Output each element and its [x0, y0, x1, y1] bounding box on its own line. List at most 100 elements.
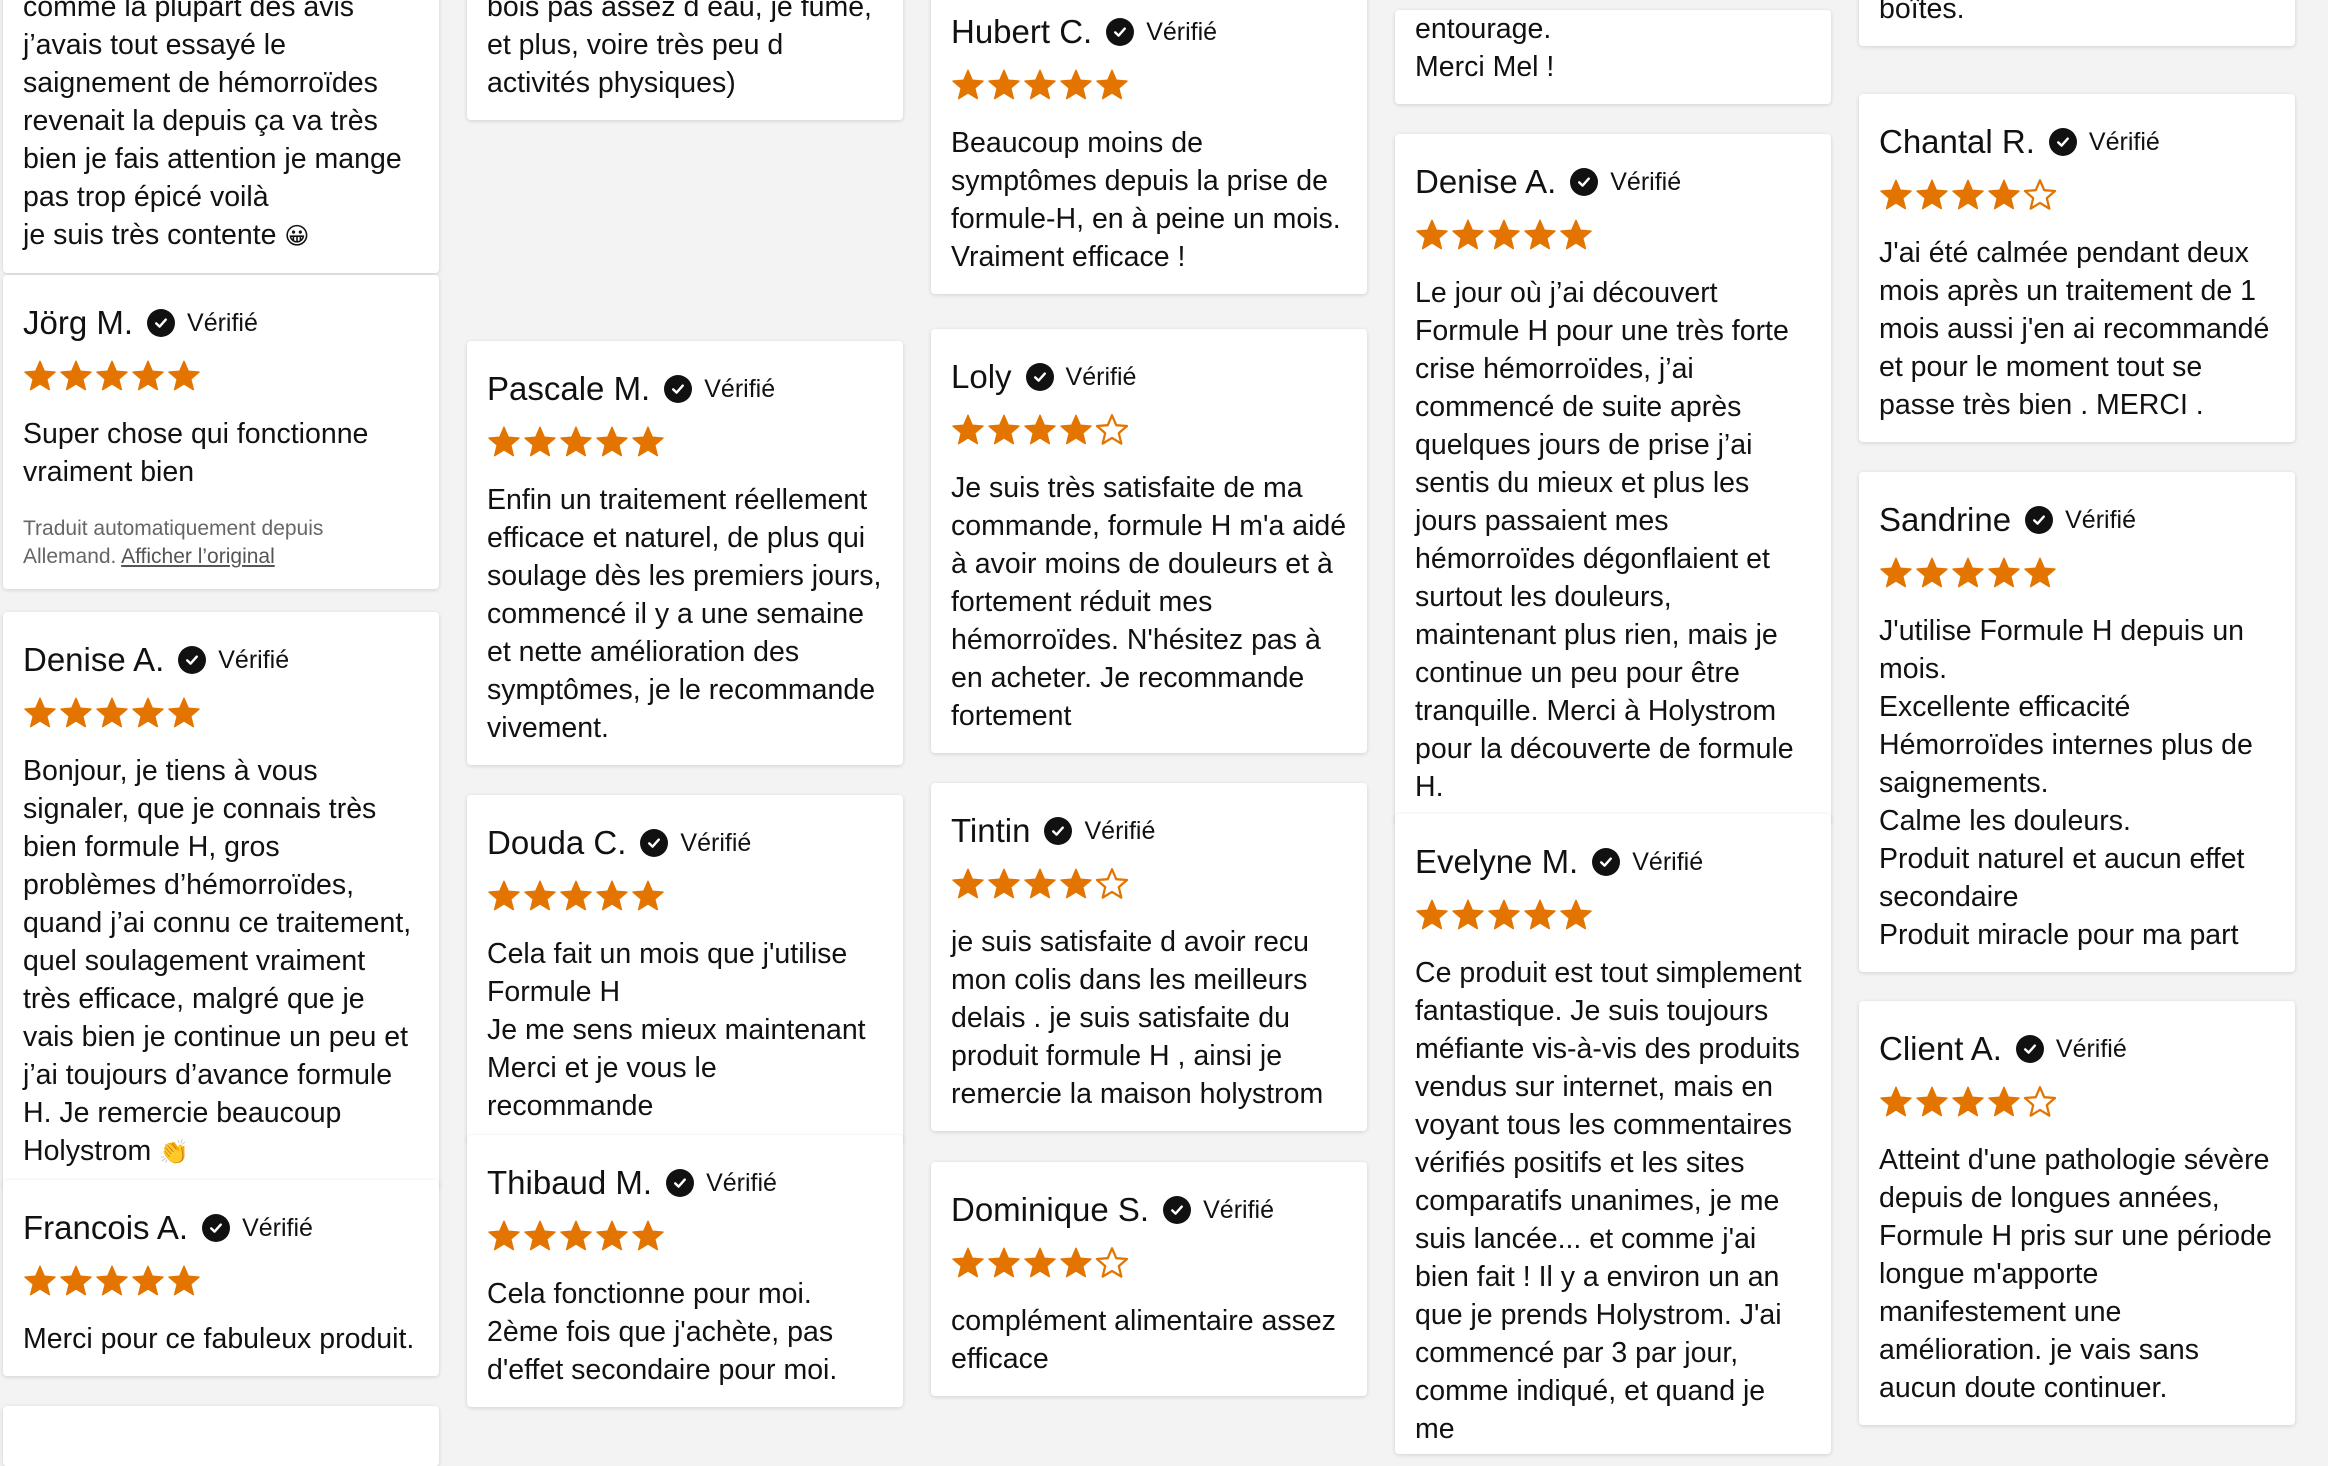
star-filled-icon — [1024, 69, 1056, 100]
verified-check-icon — [2015, 1035, 2044, 1063]
review-header: Tintin Vérifié — [951, 809, 1347, 853]
star-filled-icon — [24, 697, 56, 728]
verified-check-icon — [2025, 506, 2054, 534]
star-filled-icon — [1488, 899, 1520, 930]
verified-check-icon — [178, 646, 207, 674]
verified-check-icon — [2048, 128, 2077, 156]
review-card: Dominique S. Vérifié complément alimenta… — [931, 1162, 1367, 1396]
review-header: Pascale M. Vérifié — [487, 367, 883, 411]
verified-check-icon — [666, 1169, 695, 1197]
reviewer-name: Chantal R. — [1879, 123, 2035, 160]
star-filled-icon — [952, 69, 984, 100]
star-filled-icon — [524, 1220, 556, 1251]
star-filled-icon — [1488, 219, 1520, 250]
star-rating — [487, 1219, 883, 1255]
star-filled-icon — [1916, 179, 1948, 210]
verified-label: Vérifié — [1632, 847, 1704, 876]
review-header: Dominique S. Vérifié — [951, 1188, 1347, 1232]
star-filled-icon — [988, 868, 1020, 899]
star-filled-icon — [1880, 557, 1912, 588]
star-filled-icon — [1524, 899, 1556, 930]
verified-label: Vérifié — [1084, 816, 1156, 845]
reviewer-name: Loly — [951, 358, 1012, 395]
review-text: Ce produit est tout simplement fantastiq… — [1415, 957, 1802, 1445]
star-filled-icon — [1416, 219, 1448, 250]
star-rating — [1879, 1085, 2275, 1121]
review-text: comme la plupart des avis j’avais tout e… — [23, 0, 402, 251]
review-card: Denise A. Vérifié Bonjour, je tiens à vo… — [3, 612, 439, 1189]
verified-check-icon — [202, 1214, 231, 1242]
review-card: Douda C. Vérifié Cela fait un mois que j… — [467, 795, 903, 1143]
star-empty-icon — [1095, 414, 1129, 445]
review-card: Francois A. Vérifié Merci pour ce fabule… — [3, 1180, 439, 1376]
star-empty-icon — [2023, 1086, 2057, 1117]
star-filled-icon — [1096, 69, 1128, 100]
star-filled-icon — [1416, 899, 1448, 930]
star-filled-icon — [596, 880, 628, 911]
review-card: Jörg M. Vérifié Super chose qui fonction… — [3, 275, 439, 589]
reviewer-name: Sandrine — [1879, 501, 2012, 538]
reviewer-name: Client A. — [1879, 1030, 2002, 1067]
verified-label: Vérifié — [2055, 1034, 2127, 1063]
star-filled-icon — [524, 426, 556, 457]
star-rating — [951, 413, 1347, 449]
star-filled-icon — [60, 360, 92, 391]
review-header: Sandrine Vérifié — [1879, 498, 2275, 542]
review-card: Loly Vérifié Je suis très satisfaite de … — [931, 329, 1367, 753]
review-header: Chantal R. Vérifié — [1879, 120, 2275, 164]
star-filled-icon — [168, 697, 200, 728]
reviewer-name: Denise A. — [23, 641, 165, 678]
star-filled-icon — [24, 360, 56, 391]
review-card: Tintin Vérifié je suis satisfaite d avoi… — [931, 783, 1367, 1131]
star-rating — [1415, 898, 1811, 934]
review-header: Francois A. Vérifié — [23, 1206, 419, 1250]
star-filled-icon — [596, 1220, 628, 1251]
review-text: Je suis très satisfaite de ma commande, … — [951, 472, 1347, 732]
review-text: Le jour où j’ai découvert Formule H pour… — [1415, 277, 1794, 803]
verified-check-icon — [1570, 168, 1599, 196]
show-original-link[interactable]: Afficher l’original — [121, 545, 275, 568]
clapping-hands-emoji: 👏 — [159, 1138, 190, 1166]
star-filled-icon — [1988, 1086, 2020, 1117]
reviewer-name: Francois A. — [23, 1209, 189, 1246]
star-empty-icon — [2023, 179, 2057, 210]
review-header: Evelyne M. Vérifié — [1415, 840, 1811, 884]
review-header: Loly Vérifié — [951, 355, 1347, 399]
star-filled-icon — [632, 1220, 664, 1251]
star-filled-icon — [1988, 179, 2020, 210]
star-filled-icon — [1880, 1086, 1912, 1117]
review-text: Enfin un traitement réellement efficace … — [487, 484, 882, 744]
star-filled-icon — [1952, 179, 1984, 210]
star-filled-icon — [952, 868, 984, 899]
review-card: boîtes. — [1859, 0, 2295, 46]
star-filled-icon — [1024, 868, 1056, 899]
reviewer-name: Hubert C. — [951, 13, 1093, 50]
review-card: Sandrine Vérifié J'utilise Formule H dep… — [1859, 472, 2295, 972]
translation-note: Traduit automatiquement depuis Allemand.… — [23, 515, 419, 571]
review-card: Hubert C. Vérifié Beaucoup moins de symp… — [931, 0, 1367, 294]
star-filled-icon — [96, 1265, 128, 1296]
star-filled-icon — [988, 414, 1020, 445]
review-header: Denise A. Vérifié — [23, 638, 419, 682]
star-filled-icon — [952, 1247, 984, 1278]
verified-label: Vérifié — [187, 308, 258, 337]
star-rating — [951, 68, 1347, 104]
verified-label: Vérifié — [2088, 127, 2160, 156]
reviewer-name: Pascale M. — [487, 370, 651, 407]
star-rating — [23, 696, 419, 732]
star-empty-icon — [1095, 868, 1129, 899]
verified-check-icon — [1106, 18, 1135, 46]
star-filled-icon — [1524, 219, 1556, 250]
star-filled-icon — [632, 426, 664, 457]
verified-label: Vérifié — [680, 828, 752, 857]
review-header: Jörg M. Vérifié — [23, 301, 419, 345]
star-rating — [487, 425, 883, 461]
review-header: Client A. Vérifié — [1879, 1027, 2275, 1071]
review-text: J'utilise Formule H depuis un mois. Exce… — [1879, 615, 2253, 951]
star-filled-icon — [1952, 1086, 1984, 1117]
star-filled-icon — [1024, 1247, 1056, 1278]
review-header: Douda C. Vérifié — [487, 821, 883, 865]
star-rating — [951, 867, 1347, 903]
star-filled-icon — [560, 880, 592, 911]
verified-check-icon — [664, 375, 693, 403]
